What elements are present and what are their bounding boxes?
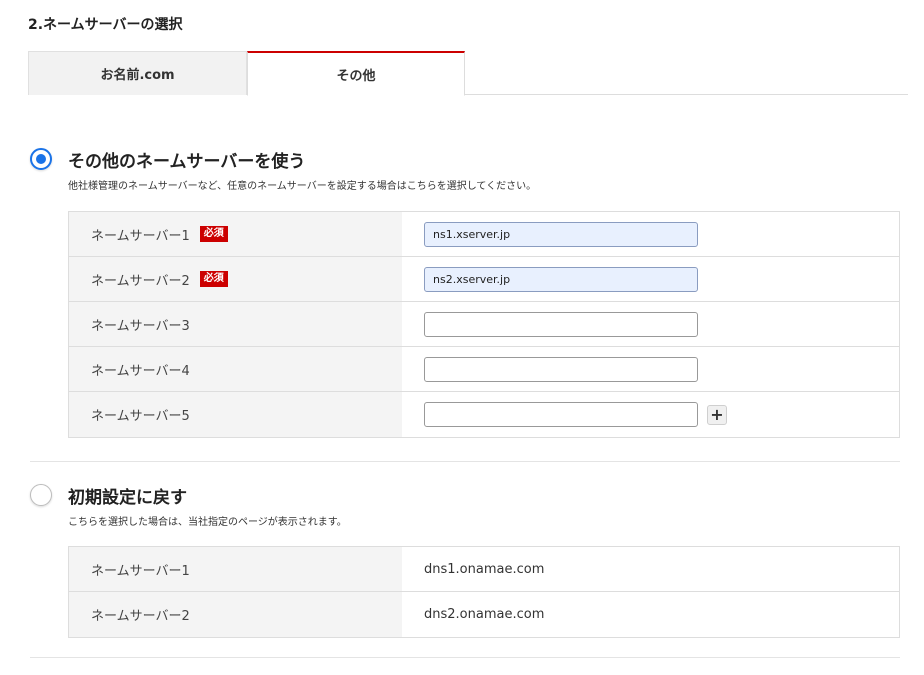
nameserver-5-input[interactable] [424,402,698,427]
table-row: ネームサーバー1 必須 [69,212,899,257]
option-other-title: その他のネームサーバーを使う [68,152,306,172]
nameserver-2-label: ネームサーバー2 [91,273,190,289]
nameserver-tabs: お名前.com その他 [28,51,908,96]
table-row: ネームサーバー2 dns2.onamae.com [69,592,899,637]
nameserver-3-label: ネームサーバー3 [91,318,190,334]
other-nameserver-table: ネームサーバー1 必須 ネームサーバー2 必須 ネームサーバー3 ネームサーバー… [68,211,900,438]
table-row: ネームサーバー2 必須 [69,257,899,302]
nameserver-4-input[interactable] [424,356,698,382]
nameserver-3-input[interactable] [424,311,698,337]
required-badge: 必須 [199,226,228,242]
tab-other-label: その他 [336,68,376,84]
option-default-title: 初期設定に戻す [68,488,187,508]
table-row: ネームサーバー5 + [69,392,899,437]
tab-onamae[interactable]: お名前.com [28,51,247,95]
nameserver-1-input[interactable] [424,221,698,247]
default-nameserver-1-label: ネームサーバー1 [91,563,190,579]
tab-onamae-label: お名前.com [100,68,175,83]
section-title: 2.ネームサーバーの選択 [28,17,183,33]
nameserver-2-input[interactable] [424,266,698,292]
default-nameserver-table: ネームサーバー1 dns1.onamae.com ネームサーバー2 dns2.o… [68,546,900,638]
section-divider [30,461,900,462]
add-nameserver-button[interactable]: + [707,404,727,425]
required-badge: 必須 [199,271,228,287]
default-nameserver-2-label: ネームサーバー2 [91,609,190,624]
default-nameserver-2-value: dns2.onamae.com [402,592,899,637]
radio-default-nameservers[interactable] [30,484,52,506]
tab-other[interactable]: その他 [247,51,465,96]
table-row: ネームサーバー4 [69,347,899,392]
nameserver-4-label: ネームサーバー4 [91,363,190,379]
nameserver-1-label: ネームサーバー1 [91,228,190,244]
option-other-description: 他社様管理のネームサーバーなど、任意のネームサーバーを設定する場合はこちらを選択… [68,181,537,192]
default-nameserver-1-value: dns1.onamae.com [402,547,899,591]
table-row: ネームサーバー3 [69,302,899,347]
option-default-description: こちらを選択した場合は、当社指定のページが表示されます。 [68,517,347,528]
radio-other-nameservers[interactable] [30,148,52,170]
table-row: ネームサーバー1 dns1.onamae.com [69,547,899,592]
section-divider [30,657,900,658]
nameserver-5-label: ネームサーバー5 [91,409,190,424]
